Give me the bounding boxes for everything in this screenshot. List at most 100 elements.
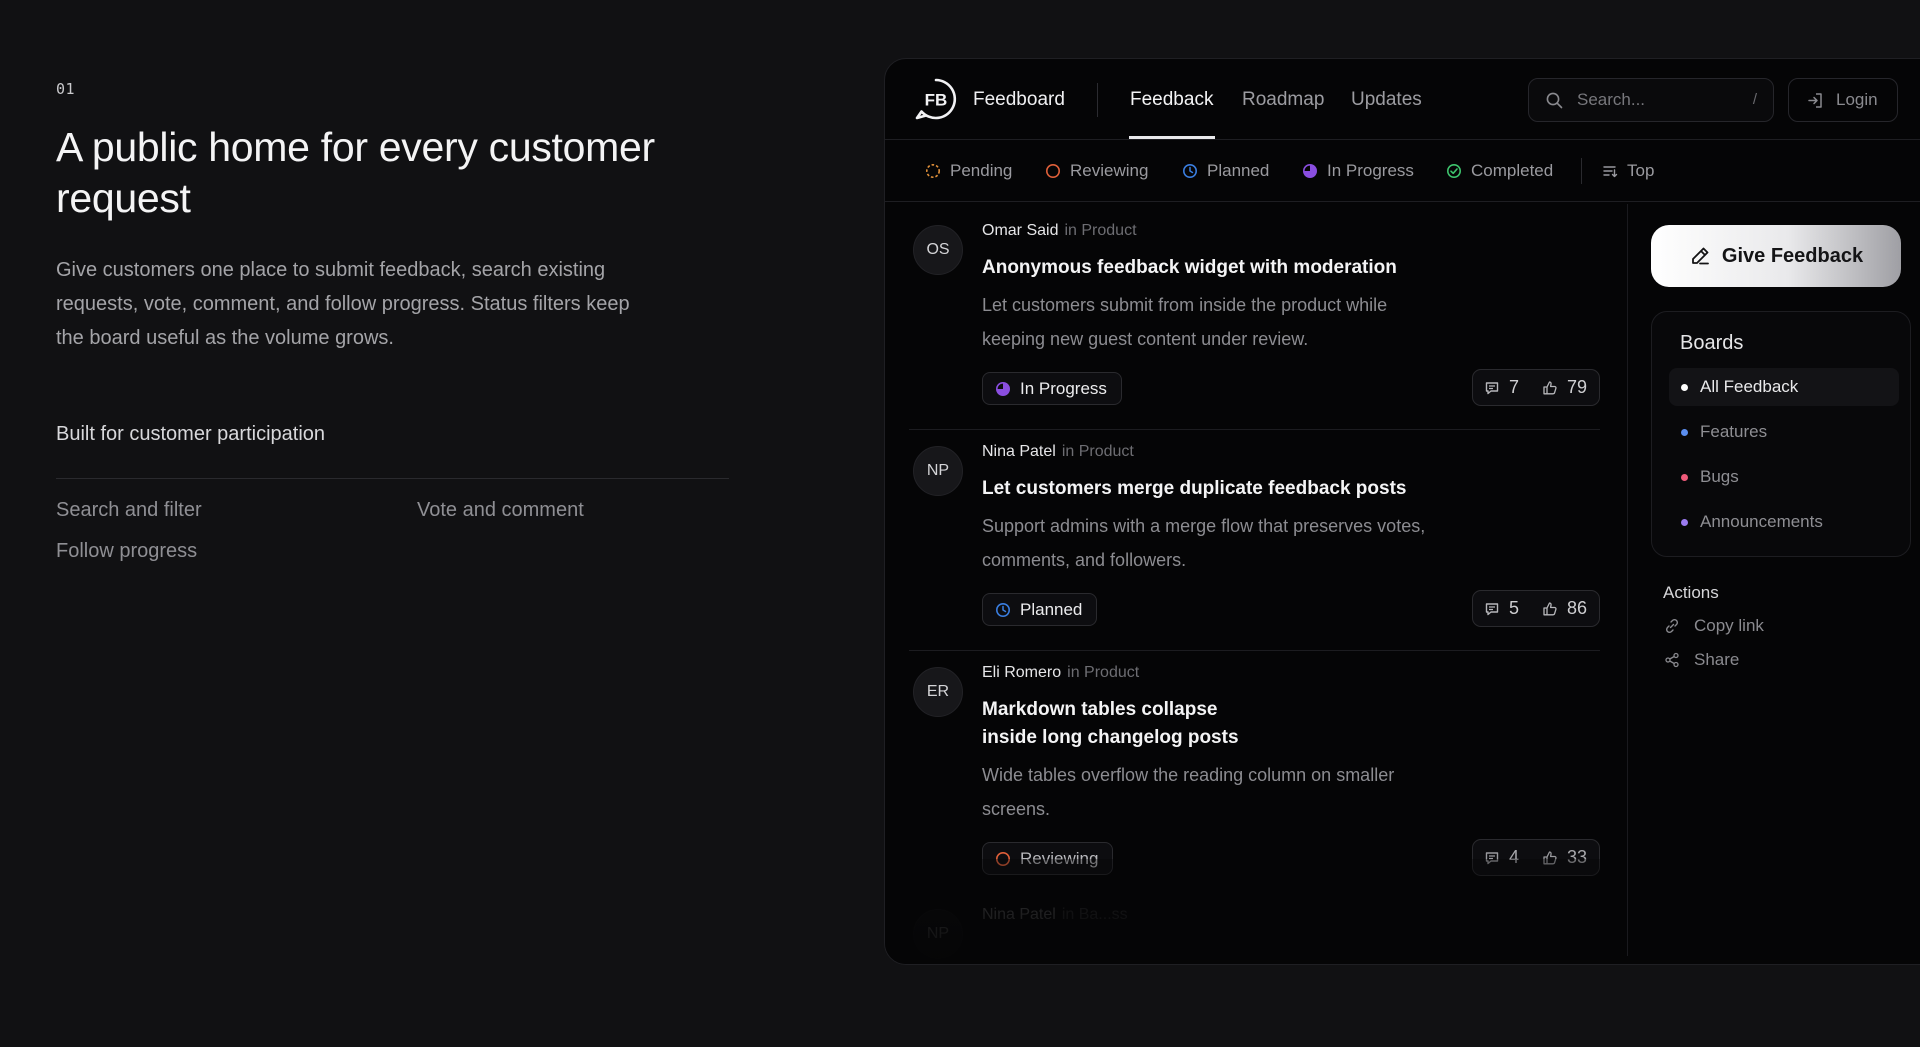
divider — [1627, 204, 1628, 956]
section-number: 01 — [56, 80, 76, 98]
vote-button[interactable]: 79 — [1542, 377, 1587, 398]
filter-label: Completed — [1471, 161, 1554, 180]
post-author: Eli Romero — [982, 664, 1062, 681]
engagement-counts: 7 79 — [1472, 369, 1600, 406]
clock-icon — [1183, 164, 1197, 178]
filter-planned[interactable]: Planned — [1182, 161, 1269, 181]
post-author: Nina Patel — [982, 906, 1056, 923]
board-item-all-feedback[interactable]: All Feedback — [1669, 368, 1899, 406]
tab-feedback[interactable]: Feedback — [1130, 89, 1213, 111]
feedboard-logo-icon[interactable]: FB — [913, 76, 959, 122]
post-author: Nina Patel — [982, 443, 1056, 460]
link-icon — [1665, 618, 1679, 634]
search-input[interactable]: Search... / — [1528, 78, 1774, 122]
give-feedback-label: Give Feedback — [1721, 244, 1864, 267]
comment-icon — [1485, 602, 1499, 615]
filter-label: Pending — [950, 161, 1013, 180]
post-author: Omar Said — [982, 222, 1059, 239]
avatar: NP — [913, 909, 963, 959]
feedback-post[interactable]: NP Nina Patel in Product Let customers me… — [909, 443, 1600, 651]
share-button[interactable]: Share — [1664, 650, 1739, 670]
top-bar: FB Feedboard Feedback Roadmap Updates Se… — [885, 59, 1920, 140]
comment-count[interactable]: 7 — [1484, 377, 1542, 398]
board-label: Features — [1700, 422, 1768, 441]
filter-label: Planned — [1207, 161, 1270, 180]
post-board: in Ba...ss — [1061, 906, 1128, 923]
vote-button[interactable]: 33 — [1542, 847, 1587, 868]
board-label: Bugs — [1700, 467, 1739, 486]
copy-link-button[interactable]: Copy link — [1664, 616, 1764, 636]
filter-label: Top — [1627, 161, 1655, 180]
board-item-announcements[interactable]: Announcements — [1669, 503, 1899, 541]
feedback-post[interactable]: ER Eli Romero in Product Markdown tables … — [913, 664, 1600, 887]
divider — [1097, 83, 1098, 117]
board-item-bugs[interactable]: Bugs — [1669, 458, 1899, 496]
divider — [1581, 158, 1582, 184]
post-description: Let customers submit from inside the pro… — [982, 295, 1388, 349]
boards-heading: Boards — [1680, 332, 1744, 354]
post-title[interactable]: Let customers merge duplicate feedback p… — [982, 475, 1406, 503]
feedback-post[interactable]: OS Omar Said in Product Anonymous feedbac… — [909, 222, 1600, 430]
filter-reviewing[interactable]: Reviewing — [1045, 161, 1148, 181]
action-label: Copy link — [1694, 616, 1764, 635]
comment-count-value: 5 — [1509, 598, 1520, 618]
tab-roadmap[interactable]: Roadmap — [1242, 89, 1324, 111]
login-icon — [1808, 93, 1822, 108]
board-label: All Feedback — [1700, 377, 1799, 396]
vote-button[interactable]: 86 — [1542, 598, 1587, 619]
filter-completed[interactable]: Completed — [1446, 161, 1553, 181]
avatar: ER — [913, 667, 963, 717]
status-badge: In Progress — [982, 372, 1122, 405]
circle-icon — [996, 851, 1010, 866]
comment-icon — [1485, 851, 1499, 864]
feature-item: Follow progress — [56, 540, 198, 562]
status-label: In Progress — [1020, 378, 1107, 398]
divider — [909, 650, 1600, 651]
page-title: A public home for every customer request — [56, 124, 655, 221]
search-placeholder: Search... — [1577, 90, 1646, 109]
search-shortcut: / — [1752, 91, 1757, 108]
status-badge: Planned — [982, 593, 1098, 626]
half-circle-icon — [996, 381, 1010, 396]
post-title[interactable]: Anonymous feedback widget with moderatio… — [982, 254, 1397, 282]
board-dot — [1681, 383, 1688, 391]
login-button[interactable]: Login — [1788, 78, 1898, 122]
filter-label: Reviewing — [1070, 161, 1149, 180]
status-label: Planned — [1020, 599, 1083, 619]
tab-updates[interactable]: Updates — [1351, 89, 1422, 111]
filter-pending[interactable]: Pending — [925, 161, 1012, 181]
brand-name[interactable]: Feedboard — [973, 89, 1065, 111]
status-label: Reviewing — [1020, 848, 1099, 868]
post-title[interactable]: Markdown tables collapse inside long cha… — [982, 696, 1252, 752]
board-label: Announcements — [1700, 512, 1823, 531]
board-item-features[interactable]: Features — [1669, 413, 1899, 451]
post-board: in Product — [1061, 443, 1134, 460]
intro-description: Give customers one place to submit feedb… — [56, 259, 630, 349]
vote-count-value: 79 — [1567, 377, 1588, 397]
give-feedback-button[interactable]: Give Feedback — [1651, 225, 1901, 287]
login-label: Login — [1836, 90, 1878, 109]
thumbs-up-icon — [1543, 850, 1557, 864]
comment-count[interactable]: 4 — [1484, 847, 1542, 868]
sort-icon — [1603, 166, 1618, 178]
comment-count[interactable]: 5 — [1484, 598, 1542, 619]
check-circle-icon — [1447, 164, 1461, 178]
boards-panel: Boards All Feedback Features Bugs Announ… — [1651, 311, 1911, 557]
thumbs-up-icon — [1543, 380, 1557, 394]
comment-count-value: 4 — [1509, 847, 1520, 867]
intro-section: 01 A public home for every customer requ… — [56, 80, 736, 563]
post-board: in Product — [1064, 222, 1137, 239]
filter-in-progress[interactable]: In Progress — [1302, 161, 1414, 181]
filter-top[interactable]: Top — [1602, 161, 1654, 181]
feature-item: Search and filter — [56, 499, 202, 521]
post-meta: Nina Patel in Ba...ss — [982, 906, 1128, 924]
active-tab-indicator — [1129, 136, 1215, 139]
feedback-post[interactable]: NP Nina Patel in Ba...ss — [913, 906, 1600, 964]
board-dot — [1681, 518, 1688, 526]
divider — [909, 429, 1600, 430]
half-circle-icon — [1303, 164, 1317, 178]
circle-icon — [1046, 164, 1060, 178]
clock-icon — [996, 602, 1010, 617]
pencil-icon — [1692, 247, 1709, 265]
filter-label: In Progress — [1327, 161, 1414, 180]
